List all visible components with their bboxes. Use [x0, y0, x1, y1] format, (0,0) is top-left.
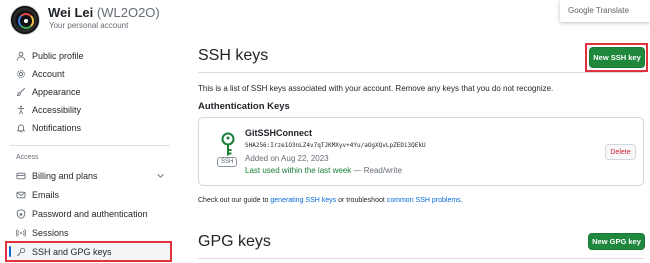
sidebar-item-account[interactable]: Account — [10, 65, 170, 82]
sidebar-item-label: Emails — [32, 189, 60, 200]
profile-name[interactable]: Wei Lei (WL2O2O) — [48, 5, 160, 20]
ssh-key-type-tag: SSH — [217, 157, 238, 167]
sidebar-item-label: Appearance — [32, 86, 81, 97]
accessibility-icon — [17, 105, 25, 114]
sidebar-item-emails[interactable]: Emails — [10, 186, 170, 203]
person-icon — [16, 51, 26, 60]
guide-middle: or troubleshoot — [336, 197, 387, 204]
section-divider — [198, 258, 644, 259]
delete-ssh-key-button[interactable]: Delete — [605, 144, 636, 160]
chevron-down-icon[interactable] — [156, 171, 165, 180]
sidebar-item-label: Notifications — [32, 122, 82, 133]
mail-icon — [16, 191, 26, 198]
paintbrush-icon — [17, 87, 26, 96]
ssh-key-last-used-status: Last used within the last week — [245, 166, 352, 175]
google-translate-label: Google Translate — [568, 6, 629, 15]
sidebar-item-label: Account — [32, 68, 65, 79]
ssh-guide-text: Check out our guide to generating SSH ke… — [198, 197, 463, 204]
broadcast-icon — [16, 228, 26, 237]
authentication-keys-heading: Authentication Keys — [198, 101, 290, 112]
sidebar-item-notifications[interactable]: Notifications — [10, 119, 170, 136]
sidebar-item-label: Accessibility — [32, 104, 82, 115]
sidebar-item-accessibility[interactable]: Accessibility — [10, 101, 170, 118]
guide-suffix: . — [460, 197, 463, 204]
page-title-gpg-keys: GPG keys — [198, 233, 271, 250]
gear-icon — [17, 69, 25, 78]
avatar-dot-graphic — [24, 19, 28, 23]
sidebar-item-billing[interactable]: Billing and plans — [10, 167, 170, 184]
ssh-key-name: GitSSHConnect — [245, 128, 313, 138]
guide-prefix: Check out our guide to — [198, 197, 271, 204]
shield-lock-icon — [16, 208, 26, 219]
google-translate-popup[interactable]: Google Translate — [560, 0, 650, 22]
profile-subtitle: Your personal account — [49, 21, 129, 30]
credit-card-icon — [16, 172, 26, 179]
sidebar-item-label: Public profile — [32, 50, 84, 61]
sidebar-item-label: Password and authentication — [32, 208, 148, 219]
profile-handle: (WL2O2O) — [96, 5, 160, 20]
ssh-intro-text: This is a list of SSH keys associated wi… — [198, 84, 554, 93]
ssh-key-item: SSH GitSSHConnect SHA256:Irze1O3nLZ4v7qT… — [198, 117, 644, 186]
ssh-key-added-date: Added on Aug 22, 2023 — [245, 154, 329, 163]
sidebar-item-label: Sessions — [32, 227, 69, 238]
common-ssh-problems-link[interactable]: common SSH problems — [387, 197, 461, 204]
sidebar-item-public-profile[interactable]: Public profile — [10, 47, 170, 64]
page-title-ssh-keys: SSH keys — [198, 47, 269, 64]
bell-icon — [16, 123, 26, 132]
ssh-key-last-used: Last used within the last week — Read/wr… — [245, 166, 402, 175]
sidebar-section-access: Access — [16, 154, 39, 161]
avatar[interactable] — [10, 5, 40, 35]
ssh-key-fingerprint: SHA256:Irze1O3nLZ4v7qTJKMXyv+4Yu/aOgXQvL… — [245, 142, 426, 149]
profile-display-name: Wei Lei — [48, 5, 94, 20]
sidebar-item-appearance[interactable]: Appearance — [10, 83, 170, 100]
generating-ssh-keys-link[interactable]: generating SSH keys — [270, 197, 336, 204]
section-divider — [198, 72, 644, 73]
sidebar-item-password-auth[interactable]: Password and authentication — [10, 205, 170, 222]
ssh-key-access-level: — Read/write — [351, 166, 402, 175]
key-icon — [221, 132, 235, 156]
annotation-box-sidebar — [5, 241, 172, 262]
sidebar-item-label: Billing and plans — [32, 170, 98, 181]
sidebar-item-sessions[interactable]: Sessions — [10, 224, 170, 241]
new-gpg-key-button[interactable]: New GPG key — [588, 233, 645, 250]
annotation-box-new-ssh — [585, 43, 648, 72]
sidebar-divider — [10, 145, 170, 146]
